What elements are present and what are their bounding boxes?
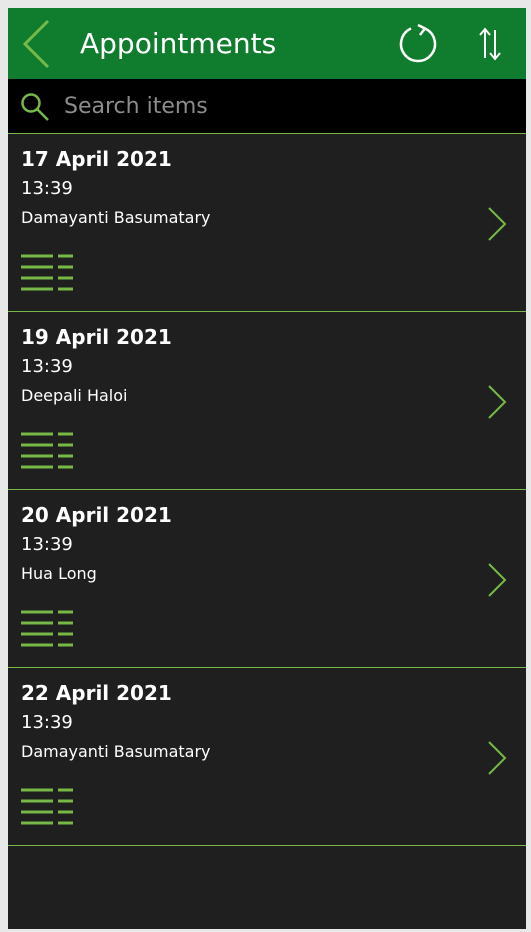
details-list-icon: [21, 610, 73, 647]
search-icon: [21, 93, 49, 121]
appointment-time: 13:39: [21, 712, 73, 733]
appointment-time: 13:39: [21, 356, 73, 377]
details-list-icon: [21, 788, 73, 825]
appointment-time: 13:39: [21, 178, 73, 199]
appointment-date: 19 April 2021: [21, 325, 172, 349]
details-list-icon: [21, 254, 73, 291]
chevron-right-icon[interactable]: [486, 206, 508, 242]
app-screen: Appointments 17 April 2021 13:39 Damayan…: [8, 8, 526, 929]
appointment-date: 17 April 2021: [21, 147, 172, 171]
chevron-right-icon[interactable]: [486, 384, 508, 420]
appointment-date: 20 April 2021: [21, 503, 172, 527]
list-item[interactable]: 17 April 2021 13:39 Damayanti Basumatary: [8, 134, 526, 312]
refresh-icon[interactable]: [398, 24, 438, 64]
appointment-name: Damayanti Basumatary: [21, 742, 211, 761]
search-bar: [8, 79, 526, 134]
appointment-time: 13:39: [21, 534, 73, 555]
search-input[interactable]: [64, 87, 512, 125]
list-item[interactable]: 19 April 2021 13:39 Deepali Haloi: [8, 312, 526, 490]
chevron-left-icon[interactable]: [20, 18, 60, 70]
list-item[interactable]: 20 April 2021 13:39 Hua Long: [8, 490, 526, 668]
appointment-name: Deepali Haloi: [21, 386, 128, 405]
page-title: Appointments: [80, 27, 277, 60]
appointment-list: 17 April 2021 13:39 Damayanti Basumatary…: [8, 134, 526, 846]
details-list-icon: [21, 432, 73, 469]
chevron-right-icon[interactable]: [486, 562, 508, 598]
appointment-date: 22 April 2021: [21, 681, 172, 705]
header-bar: Appointments: [8, 8, 526, 79]
appointment-name: Hua Long: [21, 564, 97, 583]
chevron-right-icon[interactable]: [486, 740, 508, 776]
appointment-name: Damayanti Basumatary: [21, 208, 211, 227]
sort-icon[interactable]: [476, 24, 504, 64]
list-item[interactable]: 22 April 2021 13:39 Damayanti Basumatary: [8, 668, 526, 846]
